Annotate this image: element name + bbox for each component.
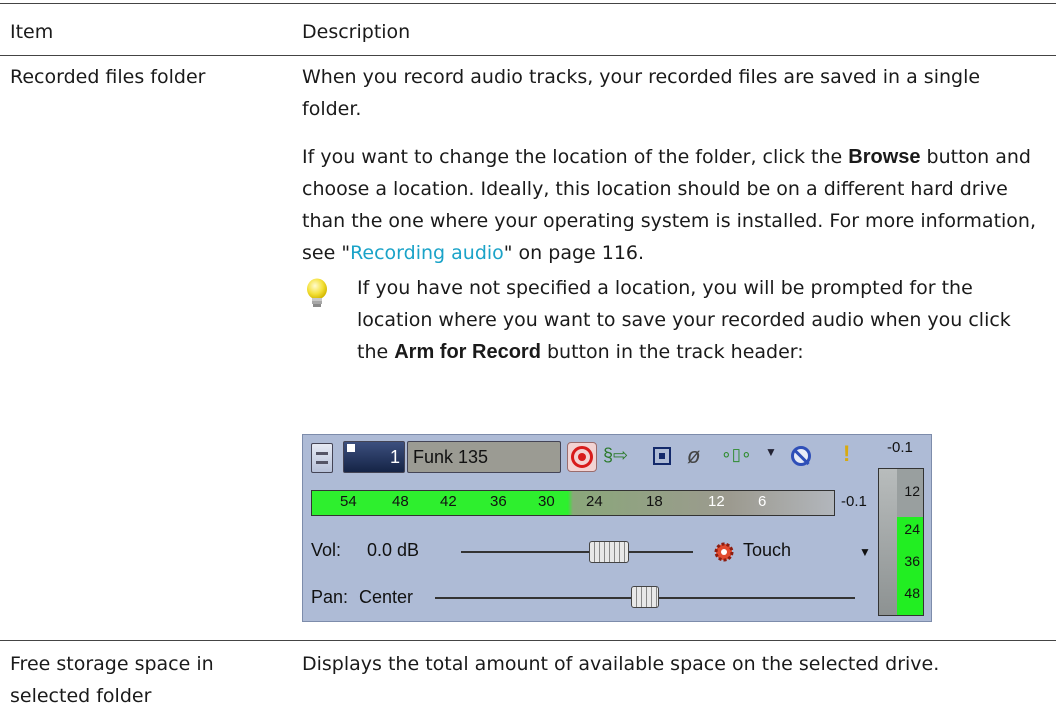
row-rule bbox=[0, 640, 1056, 641]
track-color-swatch bbox=[347, 444, 355, 452]
track-header: 1 Funk 135 §⇨ ø ∘▯∘ ▼ ! -0.1 54 48 42 36… bbox=[302, 434, 932, 622]
arm-for-record-icon[interactable] bbox=[567, 442, 597, 472]
recording-audio-link[interactable]: Recording audio bbox=[350, 242, 504, 264]
peak-meter-label: -0.1 bbox=[841, 493, 867, 510]
vu-tick: 48 bbox=[904, 585, 920, 601]
column-header-item: Item bbox=[10, 21, 54, 43]
volume-slider-thumb[interactable] bbox=[589, 541, 629, 563]
meter-tick: 24 bbox=[586, 493, 603, 510]
row-description: When you record audio tracks, your recor… bbox=[302, 61, 1042, 269]
envelope-icon[interactable]: ∘▯∘ bbox=[721, 445, 752, 465]
browse-label: Browse bbox=[848, 146, 921, 168]
solo-icon[interactable]: ! bbox=[843, 441, 850, 467]
vu-tick: 12 bbox=[904, 483, 920, 499]
track-name-field[interactable]: Funk 135 bbox=[407, 441, 561, 473]
input-fx-icon[interactable]: §⇨ bbox=[603, 445, 628, 466]
meter-tick: 6 bbox=[758, 493, 767, 510]
row-item-recorded-files-folder: Recorded files folder bbox=[10, 66, 206, 88]
automation-icon[interactable]: ø bbox=[687, 443, 700, 469]
meter-tick: 12 bbox=[708, 493, 725, 510]
chevron-down-icon[interactable]: ▼ bbox=[765, 445, 777, 459]
output-level-meter: 12 24 36 48 bbox=[878, 468, 924, 616]
track-menu-icon[interactable] bbox=[311, 443, 333, 473]
vu-tick: 24 bbox=[904, 521, 920, 537]
mute-icon[interactable] bbox=[791, 446, 811, 466]
tip-text: If you have not specified a location, yo… bbox=[357, 277, 1011, 363]
row-item-free-storage: Free storage space in selected folder bbox=[10, 653, 214, 707]
description-paragraph: If you want to change the location of th… bbox=[302, 146, 1037, 264]
volume-slider-track[interactable] bbox=[461, 551, 693, 553]
pan-slider-thumb[interactable] bbox=[631, 586, 659, 608]
meter-tick: 18 bbox=[646, 493, 663, 510]
meter-tick: 42 bbox=[440, 493, 457, 510]
meter-tick: 30 bbox=[538, 493, 555, 510]
arm-for-record-label: Arm for Record bbox=[394, 341, 541, 363]
row-description: Displays the total amount of available s… bbox=[302, 653, 940, 675]
chevron-down-icon[interactable]: ▼ bbox=[859, 545, 871, 559]
vu-tick: 36 bbox=[904, 553, 920, 569]
table-top-rule bbox=[0, 3, 1056, 4]
lightbulb-icon bbox=[305, 278, 329, 316]
meter-tick: 54 bbox=[340, 493, 357, 510]
header-rule bbox=[0, 55, 1056, 56]
gear-icon[interactable] bbox=[713, 541, 735, 563]
peak-top-label: -0.1 bbox=[887, 439, 913, 456]
vol-label: Vol: bbox=[311, 540, 342, 560]
track-fx-icon[interactable] bbox=[653, 447, 671, 465]
track-meter: 54 48 42 36 30 24 18 12 6 bbox=[311, 490, 835, 516]
pan-value: Center bbox=[359, 587, 414, 607]
meter-tick: 48 bbox=[392, 493, 409, 510]
meter-tick: 36 bbox=[490, 493, 507, 510]
automation-mode-label[interactable]: Touch bbox=[743, 540, 791, 561]
vol-value: 0.0 dB bbox=[367, 540, 420, 560]
pan-label: Pan: bbox=[311, 587, 349, 607]
description-paragraph: When you record audio tracks, your recor… bbox=[302, 66, 981, 120]
column-header-description: Description bbox=[302, 21, 411, 43]
